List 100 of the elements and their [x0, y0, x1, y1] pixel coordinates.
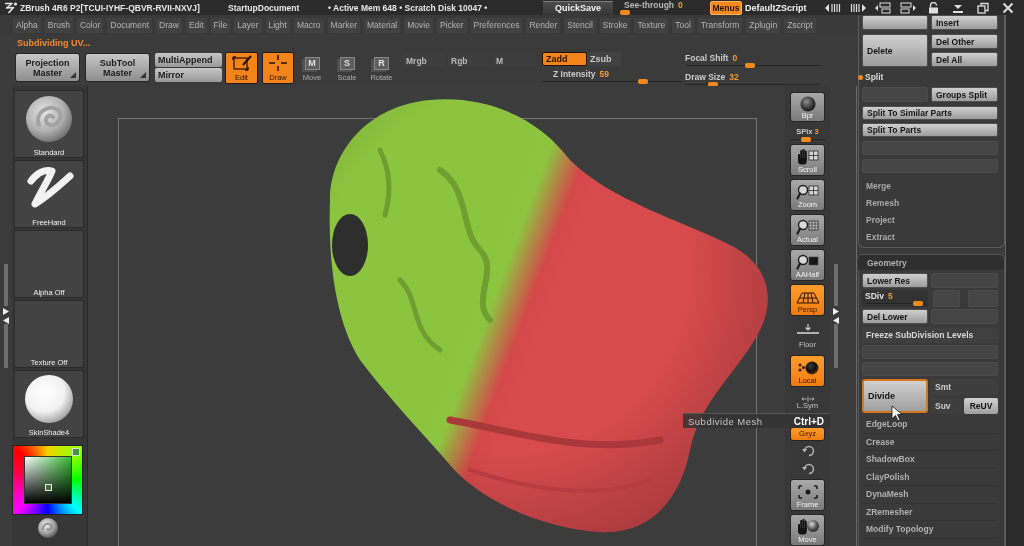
- arrow-bars-left-icon[interactable]: [824, 1, 842, 14]
- hand-sphere-icon: [795, 518, 820, 535]
- del-all-button[interactable]: Del All: [931, 52, 998, 67]
- menu-item[interactable]: Zplugin: [746, 17, 781, 33]
- slider-thumb[interactable]: [801, 137, 812, 142]
- del-lower-button[interactable]: Del Lower: [862, 309, 928, 324]
- freeze-button[interactable]: Freeze SubDivision Levels: [862, 327, 998, 343]
- menu-item[interactable]: Stroke: [599, 17, 631, 33]
- slider-track[interactable]: [865, 301, 925, 306]
- menu-item[interactable]: Movie: [404, 17, 433, 33]
- groups-split-button[interactable]: Groups Split: [931, 87, 998, 102]
- restore-icon[interactable]: [974, 1, 992, 14]
- menu-item[interactable]: Tool: [672, 17, 694, 33]
- menu-item[interactable]: File: [210, 17, 231, 33]
- color-swatch-icon: [72, 448, 80, 456]
- swirl-sphere-icon[interactable]: [36, 517, 60, 539]
- floor-line-icon: [795, 323, 820, 335]
- menu-item[interactable]: Picker: [436, 17, 467, 33]
- picker-marker-icon[interactable]: [44, 484, 52, 491]
- document-name: StartupDocument: [228, 2, 301, 13]
- menu-item[interactable]: Marker: [327, 17, 360, 33]
- slider-thumb[interactable]: [745, 63, 755, 68]
- subpalette-header[interactable]: Merge: [862, 177, 998, 194]
- hand-grid-icon: [795, 148, 820, 165]
- color-picker[interactable]: [12, 445, 83, 515]
- menu-item[interactable]: Texture: [634, 17, 669, 33]
- slider-label: SDiv: [865, 291, 884, 301]
- tray-handle-icon[interactable]: [832, 264, 840, 368]
- shortcut-label: Ctrl+D: [793, 415, 824, 427]
- corner-triangle-icon: [70, 72, 76, 78]
- menus-button[interactable]: Menus: [710, 0, 742, 15]
- bullet-icon: [858, 74, 863, 80]
- menu-item[interactable]: Light: [265, 17, 290, 33]
- subpalette-header[interactable]: Extract: [862, 228, 998, 245]
- corner-triangle-icon: [140, 72, 146, 78]
- menu-item[interactable]: Alpha: [13, 17, 41, 33]
- key-letter: M: [304, 57, 320, 70]
- menu-item[interactable]: Macro: [293, 17, 324, 33]
- lower-res-button[interactable]: Lower Res: [862, 273, 928, 288]
- tool-button[interactable]: MultiAppend: [155, 53, 222, 67]
- delete-button[interactable]: Delete: [862, 34, 928, 67]
- slider-label: See-through: [624, 0, 675, 10]
- palette-header[interactable]: Geometry: [858, 255, 1004, 270]
- menu-item[interactable]: Layer: [234, 17, 262, 33]
- slider-value: 0: [732, 52, 738, 63]
- slider-track[interactable]: [620, 10, 700, 15]
- menu-item[interactable]: Edit: [185, 17, 207, 33]
- subpalette-header[interactable]: Split: [858, 70, 884, 84]
- divide-button[interactable]: Divide: [862, 379, 928, 413]
- key-letter: R: [374, 57, 389, 70]
- slider-thumb[interactable]: [620, 10, 630, 15]
- blank-button[interactable]: [862, 15, 928, 30]
- menu-item[interactable]: Stencil: [564, 17, 596, 33]
- menu-item[interactable]: Draw: [156, 17, 182, 33]
- layout-left-icon[interactable]: [874, 1, 892, 14]
- menu-item[interactable]: Transform: [697, 17, 743, 33]
- split-button[interactable]: Split To Parts: [862, 123, 998, 137]
- slider-value: 5: [887, 291, 893, 301]
- frame-pencil-icon: [230, 54, 253, 72]
- menu-item[interactable]: Render: [526, 17, 561, 33]
- slider-label: Draw Size: [685, 71, 726, 82]
- zscript-name: DefaultZScript: [745, 2, 808, 13]
- suv-toggle[interactable]: Suv: [931, 398, 961, 414]
- sculpt-mode-toggle[interactable]: Zsub: [587, 52, 621, 66]
- master-button[interactable]: Projection Master: [15, 53, 80, 82]
- subpalette-header[interactable]: ShadowBox: [862, 451, 998, 469]
- app-title: ZBrush 4R6 P2[TCUI-IYHF-QBVR-RVII-NXVJ]: [20, 2, 201, 13]
- frame-corners-icon: [795, 483, 820, 500]
- subpalette-header[interactable]: ClayPolish: [862, 468, 998, 486]
- quicksave-button[interactable]: QuickSave: [543, 0, 613, 15]
- insert-button[interactable]: Insert: [931, 15, 998, 30]
- sculpt-mode-toggle[interactable]: Zadd: [542, 52, 587, 66]
- key-letter: S: [339, 57, 355, 70]
- tray-handle-icon[interactable]: [2, 264, 10, 368]
- arrow-bars-right-icon[interactable]: [849, 1, 867, 14]
- slider-label: Z Intensity: [553, 68, 596, 79]
- del-other-button[interactable]: Del Other: [931, 34, 998, 49]
- menu-item[interactable]: Document: [107, 17, 153, 33]
- menu-item[interactable]: Zscript: [784, 17, 816, 33]
- menu-item[interactable]: Preferences: [470, 17, 523, 33]
- subpalette-header[interactable]: ZRemesher: [862, 503, 998, 521]
- menu-item[interactable]: Color: [76, 17, 104, 33]
- smt-toggle[interactable]: Smt: [931, 379, 998, 395]
- subpalette-header[interactable]: Modify Topology: [862, 521, 998, 539]
- subpalette-header[interactable]: Crease: [862, 433, 998, 451]
- layout-right-icon[interactable]: [899, 1, 917, 14]
- menu-item[interactable]: Material: [364, 17, 401, 33]
- subpalette-header[interactable]: Remesh: [862, 194, 998, 211]
- split-button[interactable]: Split To Similar Parts: [862, 106, 998, 120]
- status-message: Subdividing UV...: [17, 37, 91, 48]
- reuv-button[interactable]: ReUV: [964, 398, 998, 414]
- slider-thumb[interactable]: [638, 79, 649, 84]
- menu-item[interactable]: Brush: [44, 17, 73, 33]
- subpalette-header[interactable]: Project: [862, 211, 998, 228]
- slider-thumb[interactable]: [912, 301, 923, 306]
- subpalette-header[interactable]: DynaMesh: [862, 486, 998, 504]
- slider-value: 32: [729, 71, 739, 82]
- tool-button[interactable]: Mirror: [155, 68, 222, 82]
- magnifier-square-icon: [795, 253, 820, 270]
- master-button[interactable]: SubTool Master: [85, 53, 150, 82]
